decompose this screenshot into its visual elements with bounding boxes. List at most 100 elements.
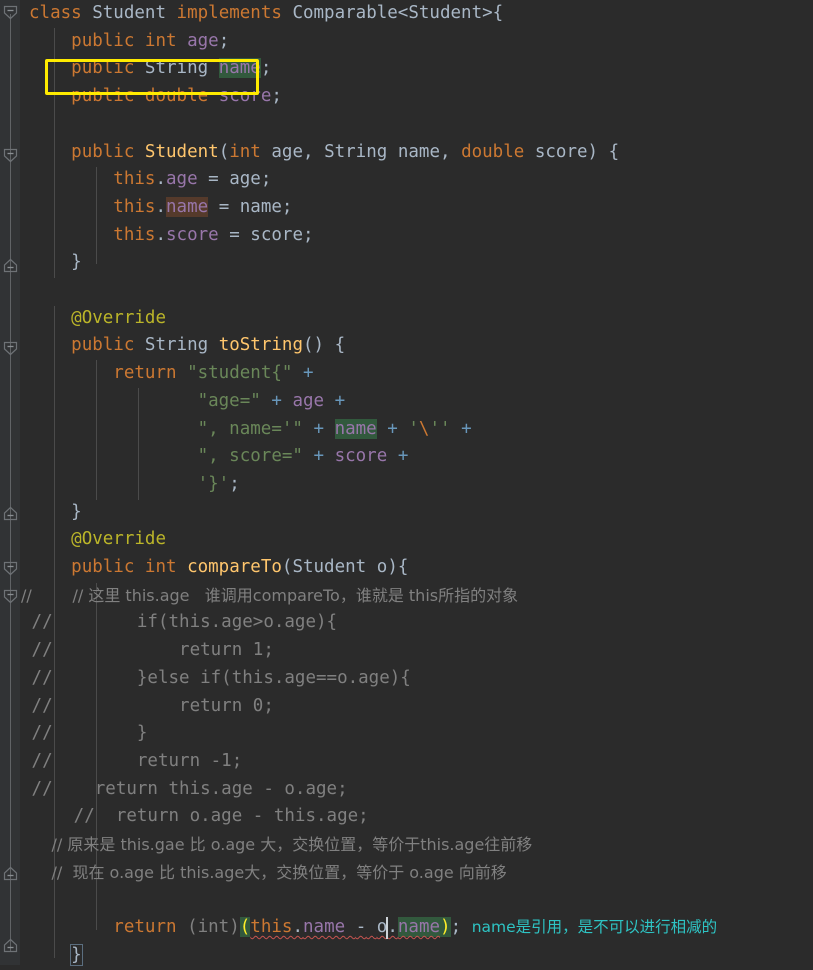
token-string-name: ", name='" (197, 418, 303, 439)
token-type-student: Student (92, 3, 166, 23)
token-param-name: name (397, 141, 440, 162)
code-line-1[interactable]: class Student implements Comparable<Stud… (21, 0, 503, 28)
token-field-name-highlighted: name (218, 58, 261, 79)
token-param-name: name (239, 196, 282, 217)
code-line-4[interactable]: public double score; (21, 83, 282, 111)
comment-text: // return 0; (21, 695, 274, 716)
code-line-12[interactable]: @Override (21, 305, 166, 333)
code-line-29[interactable]: // return this.age - o.age; (21, 776, 348, 804)
code-line-34[interactable]: return (int)(this.name - o.name); name是引… (21, 914, 717, 942)
comment-text: // }else if(this.age==o.age){ (21, 667, 411, 688)
code-line-28[interactable]: // return -1; (21, 748, 243, 776)
token-keyword-return: return (113, 363, 177, 384)
token-type-int: int (144, 557, 177, 577)
code-line-14[interactable]: return "student{" + (21, 360, 313, 388)
fold-marker-comment-block[interactable] (3, 589, 18, 604)
comment-text: // } (21, 723, 148, 744)
token-type-string: String (144, 58, 209, 79)
code-line-8[interactable]: this.name = name; (21, 194, 292, 222)
token-keyword-return: return (113, 917, 177, 938)
fold-marker-constructor[interactable] (3, 148, 18, 163)
code-line-20[interactable]: @Override (21, 526, 166, 554)
fold-marker-constructor-end[interactable] (3, 258, 18, 273)
code-line-24[interactable]: // return 1; (21, 637, 274, 665)
fold-marker-comment-end[interactable] (3, 866, 18, 881)
comment-text: // if(this.age>o.age){ (21, 612, 338, 633)
fold-marker-compareto[interactable] (3, 561, 18, 576)
code-line-26[interactable]: // return 0; (21, 693, 274, 721)
token-type-student: Student (292, 557, 367, 577)
token-semicolon: ; (218, 30, 230, 51)
code-line-31[interactable]: // 原来是 this.gae 比 o.age 大，交换位置，等价于this.a… (21, 831, 533, 859)
token-type-double: double (144, 86, 209, 107)
code-line-30[interactable]: // return o.age - this.age; (21, 803, 369, 831)
token-type-string: String (324, 141, 388, 162)
code-line-27[interactable]: // } (21, 720, 148, 748)
token-interface-comparable: Comparable<Student>{ (292, 3, 504, 23)
fold-marker-tostring-end[interactable] (3, 506, 18, 521)
token-field-score: score (166, 224, 219, 245)
token-keyword-public: public (71, 335, 135, 356)
code-line-18[interactable]: '}'; (21, 471, 240, 499)
comment-text: // 原来是 this.gae 比 o.age 大，交换位置，等价于this.a… (21, 835, 533, 854)
code-line-13[interactable]: public String toString() { (21, 332, 345, 360)
token-keyword-public: public (71, 58, 135, 79)
code-editor[interactable]: class Student implements Comparable<Stud… (0, 0, 813, 966)
fold-marker-class-declaration[interactable] (3, 5, 18, 20)
token-param-score: score (250, 224, 303, 245)
code-line-10[interactable]: } (21, 249, 82, 277)
editor-gutter[interactable] (0, 0, 21, 965)
token-annotation-override: @Override (71, 529, 166, 550)
token-string-score: ", score=" (197, 446, 303, 467)
token-param-age: age (229, 169, 261, 190)
code-content[interactable]: class Student implements Comparable<Stud… (21, 0, 813, 966)
text-caret (386, 917, 388, 939)
token-field-name-write-highlighted: name (166, 196, 209, 217)
code-line-9[interactable]: this.score = score; (21, 222, 313, 250)
token-semicolon: ; (260, 58, 272, 79)
token-type-double: double (461, 141, 525, 162)
token-field-name-highlighted: name (334, 418, 377, 439)
code-line-3[interactable]: public String name; (21, 55, 271, 83)
comment-text: // // 这里 this.age 谁调用compareTo，谁就是 this所… (21, 585, 519, 605)
code-line-32[interactable]: // 现在 o.age 比 this.age大，交换位置，等价于 o.age 向… (21, 859, 507, 887)
token-field-name-highlighted: name (397, 917, 441, 938)
fold-marker-tostring[interactable] (3, 341, 18, 356)
code-line-21[interactable]: public int compareTo(Student o){ (21, 554, 408, 582)
code-line-16[interactable]: ", name='" + name + '\'' + (21, 416, 472, 444)
code-line-22[interactable]: // // 这里 this.age 谁调用compareTo，谁就是 this所… (21, 582, 518, 610)
comment-text: // return o.age - this.age; (21, 806, 369, 827)
token-keyword-public: public (71, 557, 135, 577)
token-field-score: score (334, 446, 388, 467)
code-line-7[interactable]: this.age = age; (21, 166, 271, 194)
token-keyword-this: this (250, 917, 293, 938)
token-matched-paren-open: ( (239, 917, 251, 938)
code-line-2[interactable]: public int age; (21, 28, 229, 56)
token-keyword-this: this (113, 224, 156, 245)
inline-hint-text: name是引用，是不可以进行相减的 (471, 918, 718, 937)
token-keyword-public: public (71, 30, 135, 51)
code-line-5-blank (21, 111, 40, 139)
token-type-int: int (144, 30, 177, 51)
code-line-19[interactable]: } (21, 499, 82, 527)
code-line-25[interactable]: // }else if(this.age==o.age){ (21, 665, 411, 693)
token-param-age: age (271, 141, 303, 162)
comment-text: // return -1; (21, 750, 243, 771)
token-keyword-implements: implements (176, 3, 282, 23)
token-type-int: int (229, 141, 261, 162)
token-keyword-public: public (71, 141, 135, 162)
code-line-6[interactable]: public Student(int age, String name, dou… (21, 139, 619, 167)
token-string-age: "age=" (197, 390, 261, 411)
token-field-age: age (166, 169, 198, 190)
code-line-35[interactable]: } (21, 942, 83, 970)
code-line-15[interactable]: "age=" + age + (21, 388, 346, 416)
code-line-23[interactable]: // if(this.age>o.age){ (21, 609, 338, 637)
code-line-17[interactable]: ", score=" + score + (21, 443, 409, 471)
comment-text: // return this.age - o.age; (21, 778, 348, 799)
token-method-compareto: compareTo (187, 557, 282, 577)
token-char-closebrace: '}' (197, 473, 230, 494)
fold-marker-class-end[interactable] (3, 938, 18, 953)
comment-text: // return 1; (21, 640, 274, 661)
code-line-33-blank (21, 886, 40, 914)
token-param-score: score (534, 141, 588, 162)
